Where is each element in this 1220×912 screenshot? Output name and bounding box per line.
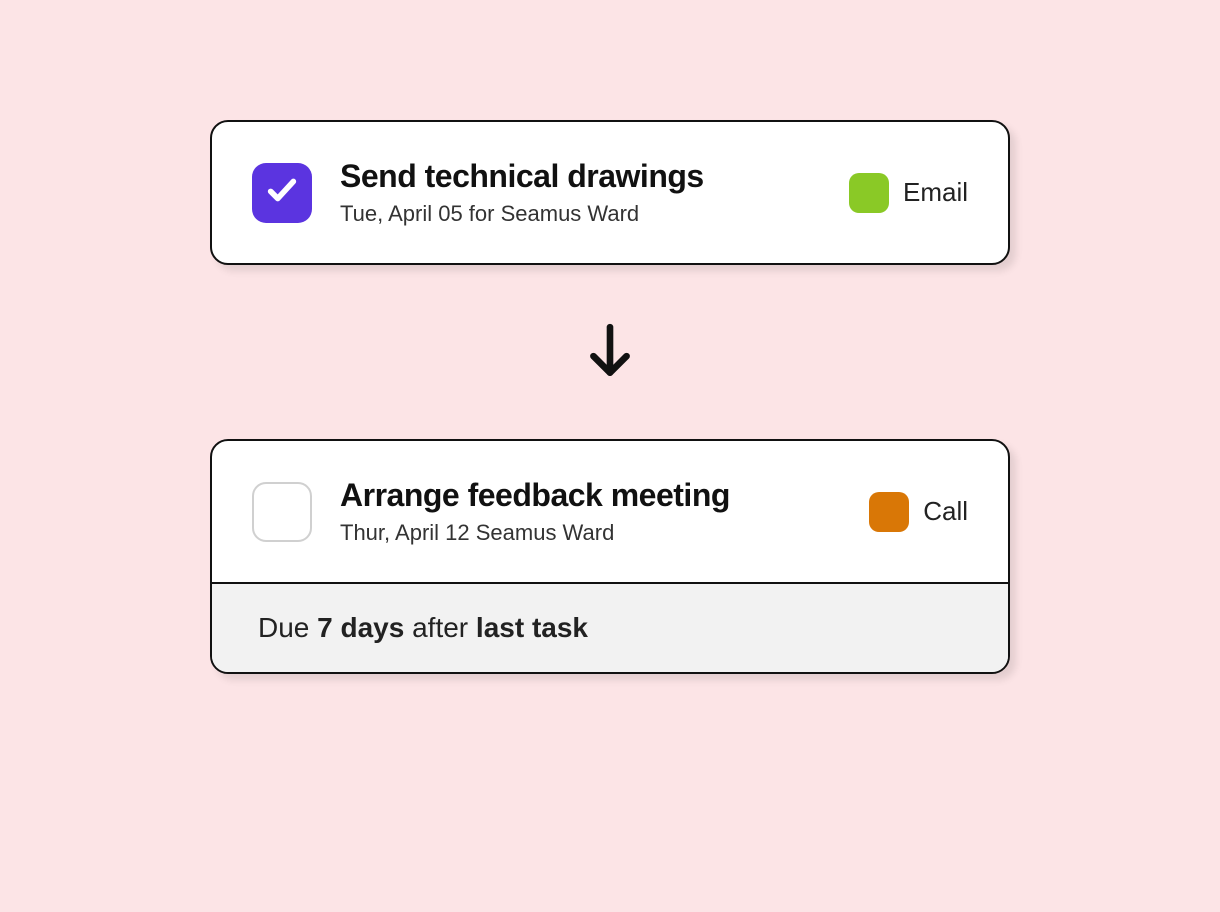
due-middle: after <box>404 612 476 643</box>
due-days: 7 days <box>317 612 404 643</box>
tag-swatch <box>849 173 889 213</box>
task-due-rule: Due 7 days after last task <box>212 582 1008 672</box>
check-icon <box>265 173 299 212</box>
tag-label: Email <box>903 177 968 208</box>
task-text: Send technical drawings Tue, April 05 fo… <box>340 158 821 227</box>
task-title: Send technical drawings <box>340 158 821 195</box>
due-prefix: Due <box>258 612 317 643</box>
task-checkbox[interactable] <box>252 163 312 223</box>
task-title: Arrange feedback meeting <box>340 477 841 514</box>
task-checkbox[interactable] <box>252 482 312 542</box>
task-subtitle: Tue, April 05 for Seamus Ward <box>340 201 821 227</box>
due-anchor: last task <box>476 612 588 643</box>
task-tag[interactable]: Email <box>849 173 968 213</box>
tag-swatch <box>869 492 909 532</box>
task-card-body: Arrange feedback meeting Thur, April 12 … <box>212 441 1008 582</box>
task-card[interactable]: Send technical drawings Tue, April 05 fo… <box>210 120 1010 265</box>
tag-label: Call <box>923 496 968 527</box>
task-subtitle: Thur, April 12 Seamus Ward <box>340 520 841 546</box>
task-tag[interactable]: Call <box>869 492 968 532</box>
arrow-down-icon <box>584 323 636 381</box>
task-text: Arrange feedback meeting Thur, April 12 … <box>340 477 841 546</box>
task-card-body: Send technical drawings Tue, April 05 fo… <box>212 122 1008 263</box>
task-card[interactable]: Arrange feedback meeting Thur, April 12 … <box>210 439 1010 674</box>
